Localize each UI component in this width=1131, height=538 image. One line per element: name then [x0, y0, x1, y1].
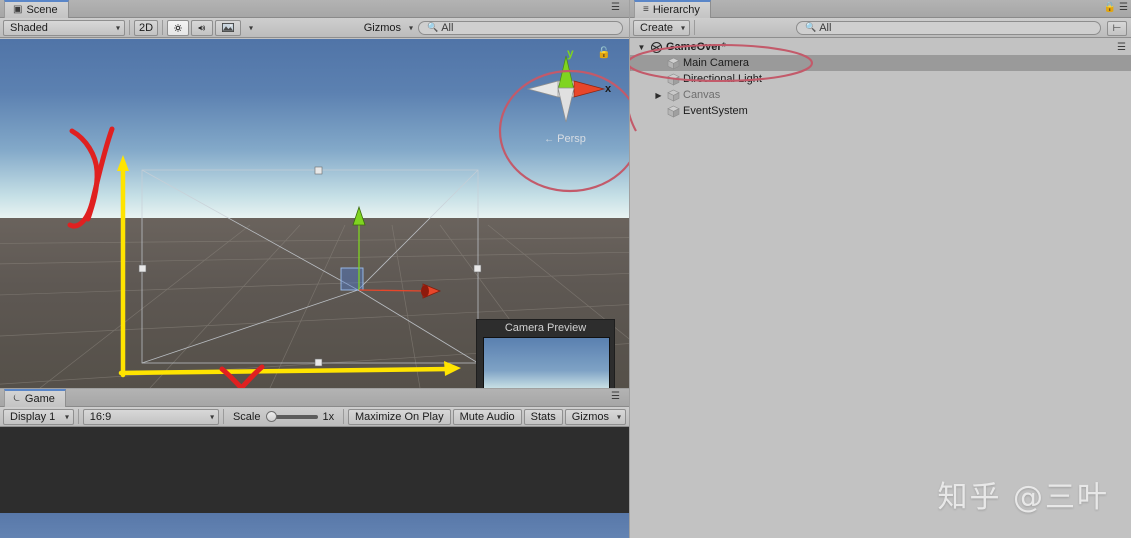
maximize-on-play-button[interactable]: Maximize On Play	[347, 408, 451, 425]
stats-label: Stats	[530, 410, 556, 423]
game-separator-1	[77, 409, 79, 424]
game-tabstrip: ⏾ Game ☰	[0, 389, 629, 407]
mute-audio-label: Mute Audio	[459, 410, 515, 423]
image-icon	[222, 23, 234, 32]
hierarchy-item-eventsystem[interactable]: · EventSystem	[630, 103, 1131, 119]
mute-audio-button[interactable]: Mute Audio	[452, 408, 522, 425]
hierarchy-tree[interactable]: ☰ ▼GameOver*·Main Camera·Directional Lig…	[630, 39, 1131, 538]
game-view-panel: ⏾ Game ☰ Display 1 16:9 Scale 1x	[0, 389, 629, 538]
toggle-2d-button[interactable]: 2D	[134, 19, 158, 36]
scene-icon: ▣	[13, 4, 23, 15]
camera-preview-image	[483, 337, 610, 388]
gameobject-icon	[667, 73, 680, 86]
hierarchy-item-label: Directional Light	[683, 73, 762, 85]
hierarchy-toolbar: Create 🔍 All ⊢	[630, 18, 1131, 38]
game-scale-value: 1x	[322, 410, 335, 423]
toolbar-separator-1	[129, 20, 130, 35]
hierarchy-panel: ≡ Hierarchy 🔒 ☰ Create 🔍 All ⊢ ☰ ▼ GameOv…	[630, 0, 1131, 538]
tab-hierarchy-label: Hierarchy	[652, 4, 700, 16]
hierarchy-item-gameover[interactable]: ▼ GameOver*	[630, 39, 1131, 55]
scene-gizmos-dropdown[interactable]: Gizmos	[360, 20, 417, 36]
toggle-2d-label: 2D	[138, 21, 154, 34]
game-panel-menu-icon[interactable]: ☰	[611, 392, 625, 403]
hierarchy-search-input[interactable]: 🔍 All	[796, 20, 1101, 35]
tab-hierarchy[interactable]: ≡ Hierarchy	[634, 0, 711, 18]
scene-fx-dropdown[interactable]	[243, 20, 257, 36]
sun-icon	[174, 23, 182, 32]
shading-mode-label: Shaded	[10, 21, 48, 34]
red-ellipse-gizmo-annotation	[498, 69, 629, 193]
game-icon: ⏾	[13, 393, 21, 404]
chevron-right-icon[interactable]: ▶	[653, 91, 664, 100]
game-separator-2	[223, 409, 224, 424]
tab-scene-label: Scene	[26, 4, 58, 16]
scene-search-input[interactable]: 🔍 All	[418, 20, 623, 35]
hierarchy-item-canvas[interactable]: ▶ Canvas	[630, 87, 1131, 103]
chevron-down-icon[interactable]: ▼	[636, 43, 647, 52]
scene-fx-toggle[interactable]	[215, 19, 241, 36]
hierarchy-item-directional-light[interactable]: · Directional Light	[630, 71, 1131, 87]
search-icon: 🔍	[427, 22, 439, 32]
scene-gizmos-label: Gizmos	[363, 21, 401, 34]
hierarchy-item-label: Canvas	[683, 89, 721, 101]
hierarchy-tabstrip: ≡ Hierarchy 🔒 ☰	[630, 0, 1131, 18]
tree-spacer: ·	[653, 107, 664, 116]
scene-icon	[650, 41, 663, 54]
create-button-label: Create	[640, 21, 674, 34]
tree-spacer: ·	[653, 75, 664, 84]
stats-button[interactable]: Stats	[523, 408, 563, 425]
hierarchy-item-main-camera[interactable]: · Main Camera	[630, 55, 1131, 71]
slider-knob[interactable]	[265, 411, 277, 422]
hierarchy-header-icons: 🔒 ☰	[1104, 2, 1128, 13]
game-view-blue-strip	[0, 513, 629, 538]
game-display-dropdown[interactable]: Display 1	[3, 408, 74, 425]
game-separator-3	[343, 409, 344, 424]
game-gizmos-label: Gizmos	[571, 410, 610, 423]
maximize-on-play-label: Maximize On Play	[354, 410, 444, 423]
scene-audio-toggle[interactable]	[191, 19, 213, 36]
tab-scene[interactable]: ▣ Scene	[4, 0, 69, 18]
scene-tabstrip: ▣ Scene ☰	[0, 0, 629, 18]
unity-editor-window: ▣ Scene ☰ Shaded 2D	[0, 0, 1131, 538]
gameobject-icon	[667, 57, 680, 70]
lock-icon[interactable]: 🔒	[1104, 2, 1116, 13]
hierarchy-item-label: Main Camera	[683, 57, 750, 69]
tab-game[interactable]: ⏾ Game	[4, 389, 66, 407]
game-aspect-dropdown[interactable]: 16:9	[82, 408, 220, 425]
hierarchy-separator-1	[694, 20, 696, 35]
gameobject-icon	[667, 105, 680, 118]
game-toolbar: Display 1 16:9 Scale 1x Maximize On Play…	[0, 407, 629, 427]
scene-search-placeholder: All	[441, 21, 454, 34]
slider-track	[273, 414, 318, 419]
camera-preview-title: Camera Preview	[504, 321, 587, 334]
game-display-label: Display 1	[10, 410, 56, 423]
game-scale-control[interactable]: Scale 1x	[227, 411, 340, 423]
game-scale-slider[interactable]	[265, 411, 318, 423]
sort-icon[interactable]: ⊢	[1107, 21, 1127, 36]
camera-preview-panel: Camera Preview	[476, 319, 615, 388]
game-aspect-label: 16:9	[89, 410, 112, 423]
gameobject-icon	[667, 89, 680, 102]
tree-spacer: ·	[653, 59, 664, 68]
search-icon: 🔍	[805, 22, 817, 32]
speaker-icon	[198, 24, 205, 31]
shading-mode-dropdown[interactable]: Shaded	[3, 19, 125, 36]
watermark: 知乎 @三叶	[937, 480, 1109, 515]
scene-toolbar: Shaded 2D	[0, 18, 629, 38]
game-scale-label: Scale	[232, 410, 261, 423]
scene-view-panel: ▣ Scene ☰ Shaded 2D	[0, 0, 629, 388]
menu-icon[interactable]: ☰	[1119, 2, 1128, 13]
hierarchy-item-label: GameOver*	[666, 41, 726, 53]
toolbar-separator-2	[162, 20, 163, 35]
scene-viewport[interactable]: y x ← Persp 🔓 Camera Preview	[0, 39, 629, 388]
scene-panel-menu-icon[interactable]: ☰	[611, 3, 625, 14]
scene-lighting-toggle[interactable]	[167, 19, 189, 36]
game-gizmos-dropdown[interactable]: Gizmos	[564, 408, 627, 425]
tab-game-label: Game	[24, 393, 55, 405]
hierarchy-item-label: EventSystem	[683, 105, 748, 117]
game-viewport[interactable]	[0, 427, 629, 538]
hierarchy-search-placeholder: All	[819, 21, 832, 34]
create-button[interactable]: Create	[633, 19, 691, 36]
hierarchy-icon: ≡	[643, 4, 649, 15]
